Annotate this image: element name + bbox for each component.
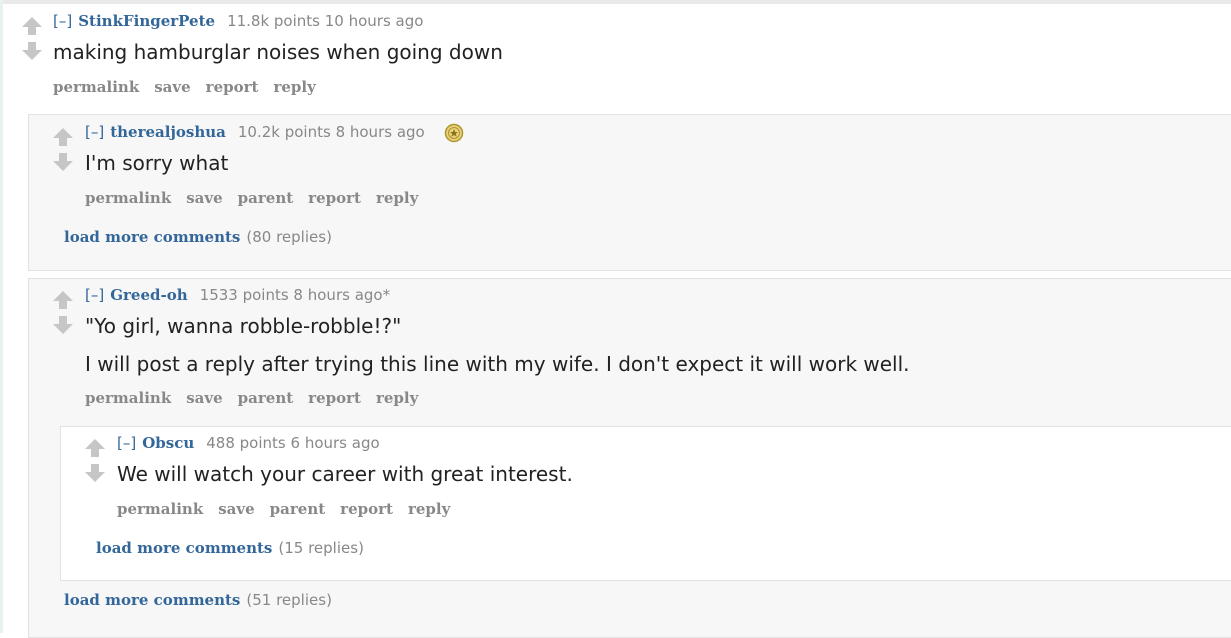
reply-button[interactable]: reply xyxy=(408,500,450,518)
load-more-link[interactable]: load more comments xyxy=(96,539,272,557)
upvote-arrow-icon[interactable] xyxy=(21,16,43,36)
comment-tagline: [–] Obscu 488 points 6 hours ago xyxy=(117,434,380,452)
author-link[interactable]: therealjoshua xyxy=(110,123,226,141)
upvote-arrow-icon[interactable] xyxy=(52,290,74,310)
load-more-comments: load more comments (51 replies) xyxy=(64,591,332,609)
permalink-button[interactable]: permalink xyxy=(53,78,139,96)
comment-body-line-1: "Yo girl, wanna robble-robble!?" xyxy=(85,314,402,338)
replies-count: (51 replies) xyxy=(246,591,332,609)
report-button[interactable]: report xyxy=(206,78,259,96)
comment-body: making hamburglar noises when going down xyxy=(53,40,503,64)
upvote-arrow-icon[interactable] xyxy=(52,127,74,147)
load-more-comments: load more comments (80 replies) xyxy=(64,228,332,246)
reply-button[interactable]: reply xyxy=(273,78,315,96)
comment-tagline: [–] therealjoshua 10.2k points 8 hours ago xyxy=(85,123,425,141)
load-more-link[interactable]: load more comments xyxy=(64,591,240,609)
upvote-arrow-icon[interactable] xyxy=(84,438,106,458)
parent-button[interactable]: parent xyxy=(270,500,326,518)
comment-body-line-2: I will post a reply after trying this li… xyxy=(85,352,910,376)
permalink-button[interactable]: permalink xyxy=(85,389,171,407)
permalink-button[interactable]: permalink xyxy=(85,189,171,207)
comment-buttons: permalink save parent report reply xyxy=(85,189,433,207)
reply-button[interactable]: reply xyxy=(376,189,418,207)
downvote-arrow-icon[interactable] xyxy=(21,41,43,61)
report-button[interactable]: report xyxy=(340,500,393,518)
score-and-time: 1533 points 8 hours ago* xyxy=(199,286,391,304)
comment-body: I'm sorry what xyxy=(85,151,229,175)
left-thread-strip xyxy=(0,0,3,633)
reply-button[interactable]: reply xyxy=(376,389,418,407)
load-more-link[interactable]: load more comments xyxy=(64,228,240,246)
comment-buttons: permalink save parent report reply xyxy=(117,500,465,518)
collapse-toggle[interactable]: [–] xyxy=(53,12,72,30)
score-and-time: 11.8k points 10 hours ago xyxy=(227,12,424,30)
replies-count: (80 replies) xyxy=(246,228,332,246)
score-and-time: 488 points 6 hours ago xyxy=(206,434,380,452)
gold-award-icon[interactable] xyxy=(444,123,464,143)
collapse-toggle[interactable]: [–] xyxy=(117,434,136,452)
comment-buttons: permalink save parent report reply xyxy=(85,389,433,407)
permalink-button[interactable]: permalink xyxy=(117,500,203,518)
comment-tagline: [–] StinkFingerPete 11.8k points 10 hours … xyxy=(53,12,423,30)
comment-buttons: permalink save report reply xyxy=(53,78,331,96)
downvote-arrow-icon[interactable] xyxy=(52,315,74,335)
score-and-time: 10.2k points 8 hours ago xyxy=(237,123,425,141)
collapse-toggle[interactable]: [–] xyxy=(85,123,104,141)
save-button[interactable]: save xyxy=(186,389,222,407)
parent-button[interactable]: parent xyxy=(238,189,294,207)
save-button[interactable]: save xyxy=(218,500,254,518)
comment-tagline: [–] Greed-oh 1533 points 8 hours ago* xyxy=(85,286,390,304)
parent-button[interactable]: parent xyxy=(238,389,294,407)
author-link[interactable]: StinkFingerPete xyxy=(78,12,215,30)
author-link[interactable]: Obscu xyxy=(142,434,194,452)
top-border xyxy=(0,0,1231,4)
comment-body: We will watch your career with great int… xyxy=(117,462,573,486)
save-button[interactable]: save xyxy=(154,78,190,96)
replies-count: (15 replies) xyxy=(278,539,364,557)
downvote-arrow-icon[interactable] xyxy=(84,463,106,483)
report-button[interactable]: report xyxy=(308,189,361,207)
author-link[interactable]: Greed-oh xyxy=(110,286,187,304)
downvote-arrow-icon[interactable] xyxy=(52,152,74,172)
report-button[interactable]: report xyxy=(308,389,361,407)
load-more-comments: load more comments (15 replies) xyxy=(96,539,364,557)
collapse-toggle[interactable]: [–] xyxy=(85,286,104,304)
save-button[interactable]: save xyxy=(186,189,222,207)
